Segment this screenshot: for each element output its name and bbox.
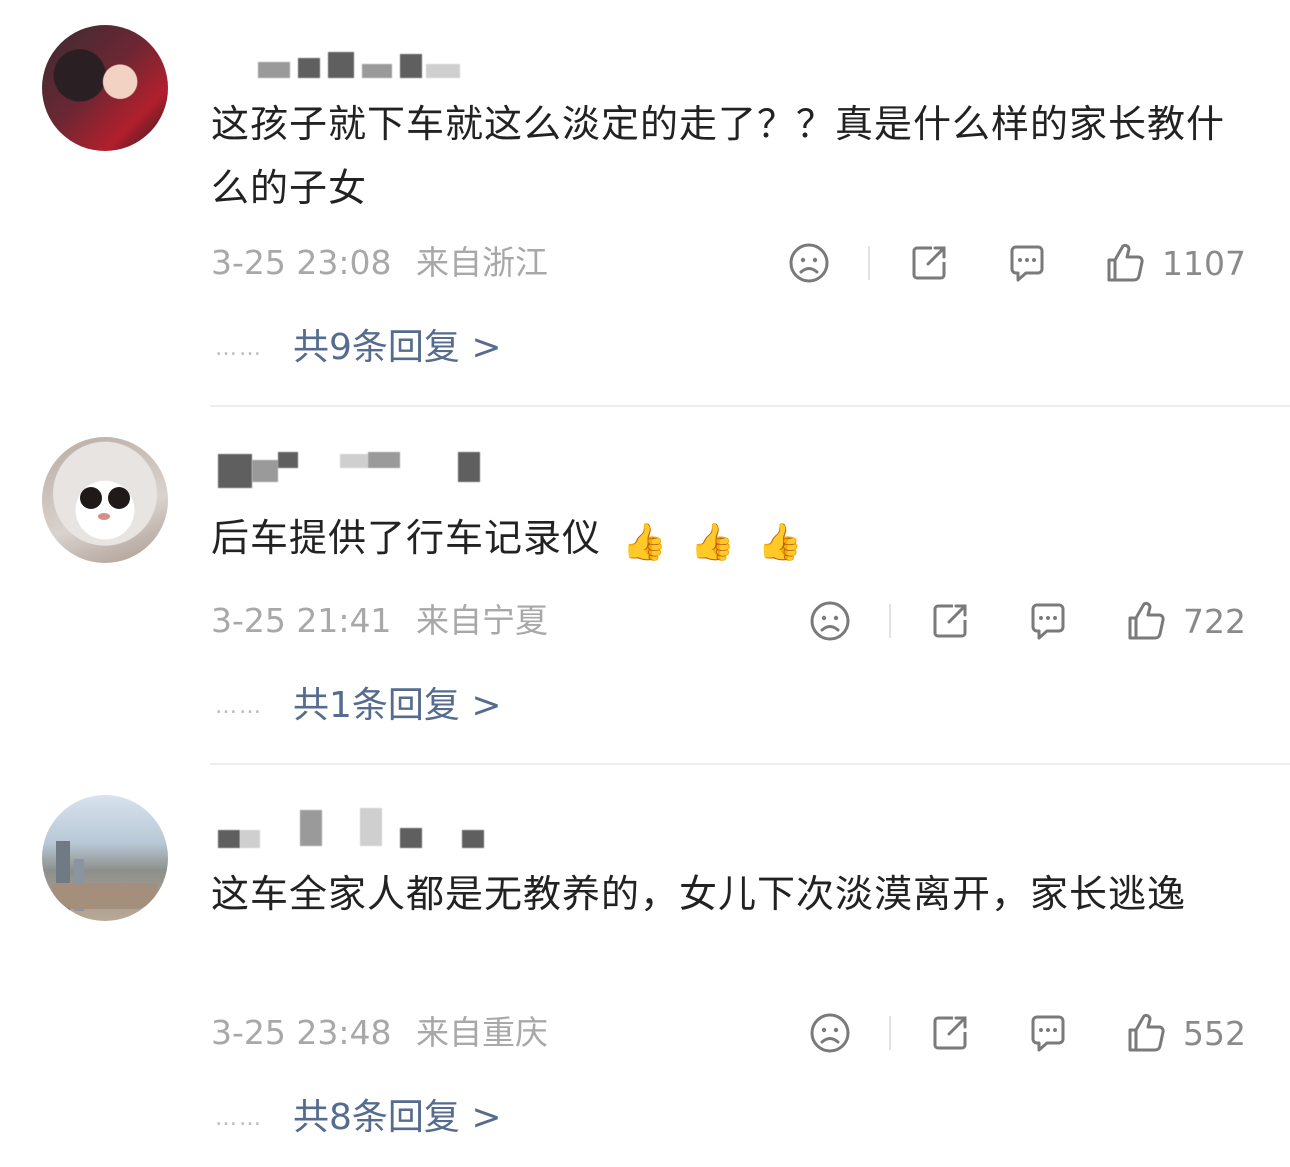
comment-text: 这孩子就下车就这么淡定的走了？？真是什么样的家长教什么的子女 xyxy=(211,102,1226,210)
thumbs-up-emoji-icon: 👍 xyxy=(689,521,736,563)
action-separator xyxy=(889,1016,891,1050)
comment-button[interactable] xyxy=(1027,1012,1069,1054)
comment-text-content: 后车提供了行车记录仪 xyxy=(211,516,602,560)
share-button[interactable] xyxy=(929,600,971,642)
like-button[interactable]: 552 xyxy=(1125,1012,1246,1054)
like-icon xyxy=(1128,601,1165,640)
user-avatar[interactable] xyxy=(42,437,168,563)
like-icon xyxy=(1128,1013,1165,1052)
thumbs-up-emoji-icon: 👍 xyxy=(622,521,668,563)
comment-icon xyxy=(1031,603,1065,640)
comment-meta: 3-25 23:08 来自浙江 xyxy=(211,243,548,283)
comment-text: 这车全家人都是无教养的，女儿下次淡漠离开，家长逃逸 xyxy=(211,872,1187,916)
username-blurred[interactable] xyxy=(218,808,488,848)
comment-location: 来自宁夏 xyxy=(416,601,548,640)
user-avatar[interactable] xyxy=(42,25,168,151)
dislike-button[interactable] xyxy=(788,242,830,284)
action-separator xyxy=(868,246,871,280)
like-button[interactable]: 722 xyxy=(1125,600,1246,642)
like-count: 722 xyxy=(1183,601,1246,641)
share-icon xyxy=(933,1016,967,1050)
view-replies-link[interactable]: …… 共8条回复 > xyxy=(215,1096,502,1141)
comment-text: 后车提供了行车记录仪 👍 👍 👍 xyxy=(211,506,1251,573)
comment-button[interactable] xyxy=(1027,600,1069,642)
view-replies-link[interactable]: …… 共1条回复 > xyxy=(215,684,502,729)
dislike-button[interactable] xyxy=(809,1012,851,1054)
view-replies-link[interactable]: …… 共9条回复 > xyxy=(215,326,502,371)
comment-actions: 1107 xyxy=(788,241,1246,285)
like-button[interactable]: 1107 xyxy=(1104,242,1246,284)
share-icon xyxy=(933,604,967,638)
reply-dots: …… xyxy=(215,694,263,719)
like-count: 1107 xyxy=(1162,243,1246,283)
action-separator xyxy=(889,604,891,638)
dislike-face-icon xyxy=(810,1013,850,1053)
share-icon xyxy=(912,246,946,280)
comment-time: 3-25 21:41 xyxy=(211,601,392,640)
reply-count-label: 共1条回复 > xyxy=(293,685,502,726)
reply-count-label: 共9条回复 > xyxy=(293,327,502,368)
share-button[interactable] xyxy=(908,242,950,284)
share-button[interactable] xyxy=(929,1012,971,1054)
reply-count-label: 共8条回复 > xyxy=(293,1097,502,1138)
comment-location: 来自浙江 xyxy=(416,243,548,282)
comment-time: 3-25 23:48 xyxy=(211,1013,392,1052)
username-blurred[interactable] xyxy=(258,52,463,78)
user-avatar[interactable] xyxy=(42,795,168,921)
comment-actions: 552 xyxy=(809,1011,1246,1055)
reply-dots: …… xyxy=(215,1106,263,1131)
comment-meta: 3-25 23:48 来自重庆 xyxy=(211,1013,548,1053)
reply-dots: …… xyxy=(215,336,263,361)
comment-actions: 722 xyxy=(809,599,1246,643)
comment-icon xyxy=(1010,245,1044,282)
like-count: 552 xyxy=(1183,1013,1246,1053)
comment-icon xyxy=(1031,1015,1065,1052)
comment-divider xyxy=(210,763,1290,765)
comment-location: 来自重庆 xyxy=(416,1013,548,1052)
username-blurred[interactable] xyxy=(218,450,498,488)
dislike-button[interactable] xyxy=(809,600,851,642)
thumbs-up-emojis: 👍 👍 👍 xyxy=(622,509,825,573)
comment-meta: 3-25 21:41 来自宁夏 xyxy=(211,601,548,641)
dislike-face-icon xyxy=(810,601,850,641)
comment-divider xyxy=(210,405,1290,407)
like-icon xyxy=(1107,243,1144,282)
comment-time: 3-25 23:08 xyxy=(211,243,392,282)
dislike-face-icon xyxy=(789,243,829,283)
thumbs-up-emoji-icon: 👍 xyxy=(757,521,804,563)
comment-button[interactable] xyxy=(1006,242,1048,284)
